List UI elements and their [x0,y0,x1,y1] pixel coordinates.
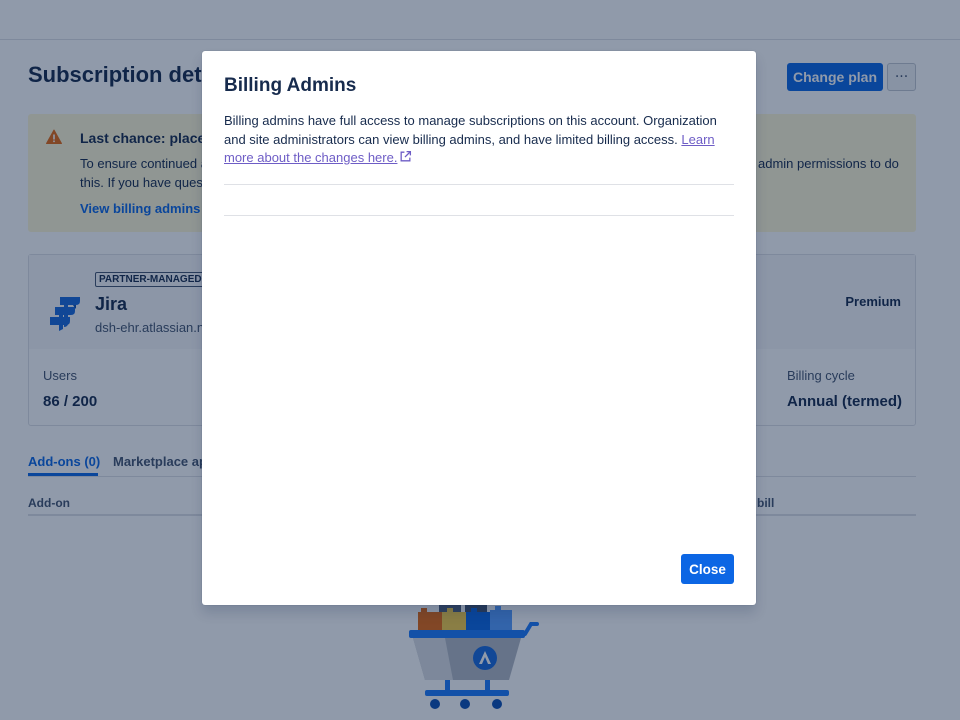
modal-title: Billing Admins [224,75,357,96]
modal-divider [224,215,734,216]
modal-description-text: Billing admins have full access to manag… [224,113,717,147]
modal-divider [224,184,734,185]
modal-description: Billing admins have full access to manag… [224,112,734,168]
external-link-icon[interactable] [399,150,412,163]
close-button[interactable]: Close [681,554,734,584]
billing-admins-modal: Billing Admins Billing admins have full … [202,51,756,605]
